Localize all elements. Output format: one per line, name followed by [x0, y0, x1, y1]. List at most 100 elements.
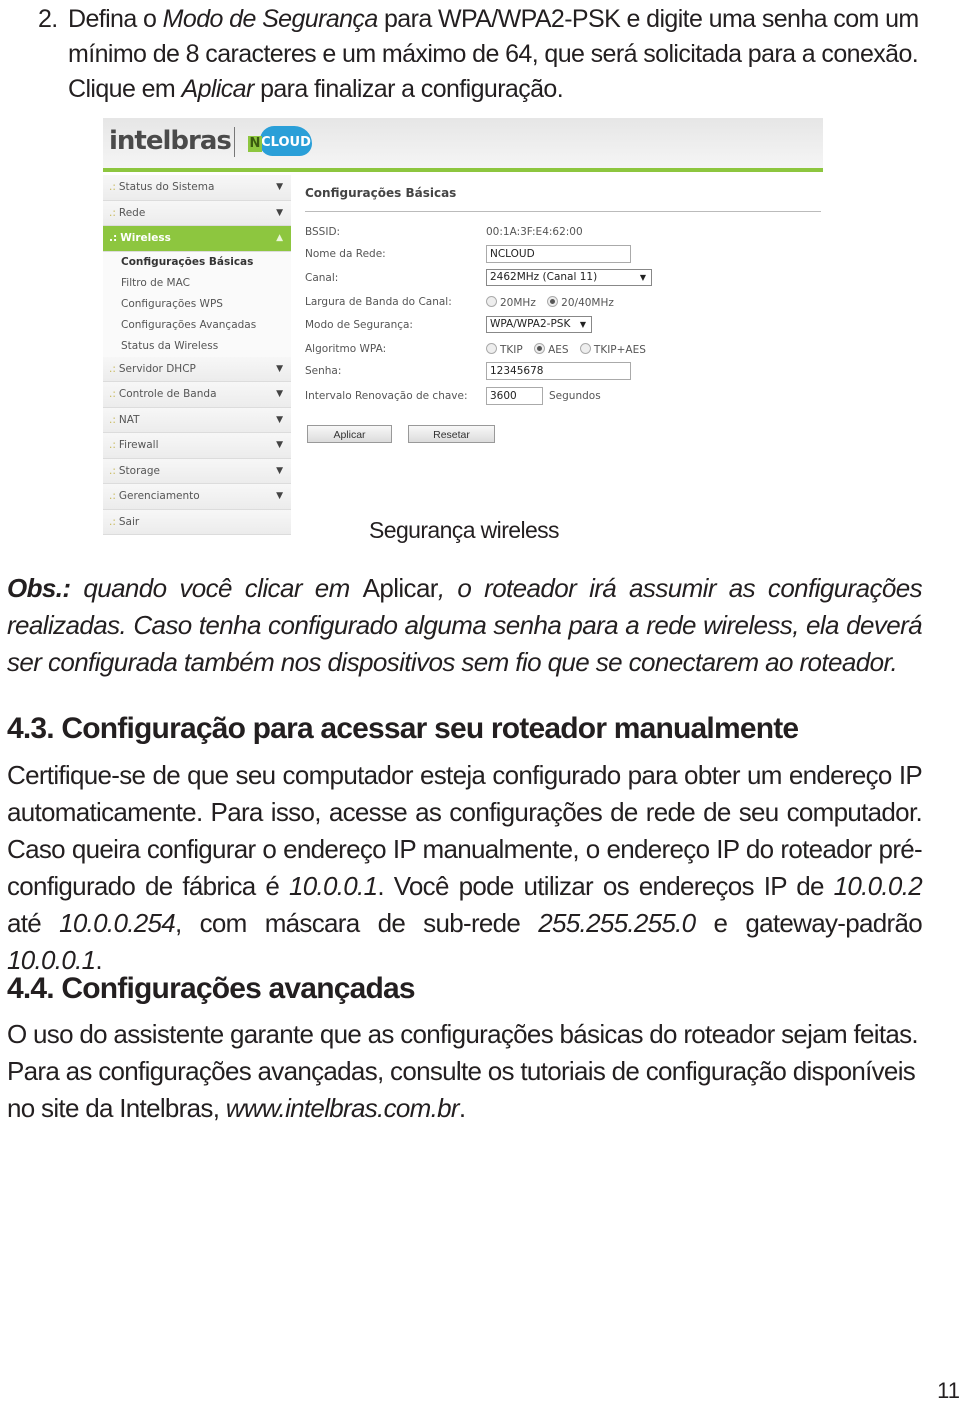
radio-20-40mhz[interactable]: [547, 296, 559, 307]
sidebar-item-status[interactable]: .: Status do Sistema ▼: [103, 175, 291, 201]
step-emphasis-security-mode: Modo de Segurança: [162, 5, 379, 33]
obs-apply-term: Aplicar: [362, 573, 439, 603]
chevron-down-icon: ▼: [276, 363, 283, 374]
chevron-down-icon: ▼: [276, 389, 283, 399]
radio-label: TKIP+AES: [593, 344, 646, 356]
sidebar-item-label: Storage: [118, 464, 160, 477]
radio-20mhz[interactable]: [486, 296, 497, 307]
step-2-text: Defina o Modo de Segurança para WPA/WPA2…: [68, 2, 928, 107]
observation-note: Obs.: quando você clicar em Aplicar, o r…: [7, 570, 923, 681]
dropdown-caret-icon: ▼: [639, 273, 646, 282]
sidebar-item-label: Servidor DHCP: [118, 362, 196, 375]
radio-label: AES: [548, 344, 569, 356]
sidebar-item-wireless[interactable]: .: Wireless ▲: [103, 226, 291, 252]
step-text: para finalizar a configuração.: [253, 75, 564, 103]
chevron-down-icon: ▼: [276, 440, 283, 450]
radio-label: 20/40MHz: [561, 297, 614, 309]
menu-prefix: .:: [109, 490, 116, 502]
password-input[interactable]: [486, 362, 631, 380]
subnet-mask: 255.255.255.0: [538, 908, 696, 938]
ncloud-logo: CLOUD N: [248, 124, 312, 158]
section-4-3-paragraph: Certifique-se de que seu computador este…: [7, 757, 923, 979]
form-divider: [305, 211, 821, 212]
row-password: Senha:: [305, 362, 821, 384]
paragraph-text: e gateway-padrão: [695, 908, 923, 938]
sidebar-subitem-basic-settings[interactable]: Configurações Básicas: [103, 251, 291, 273]
network-name-label: Nome da Rede:: [305, 248, 386, 260]
password-label: Senha:: [305, 365, 342, 377]
radio-aes[interactable]: [534, 343, 546, 354]
sidebar-item-bandwidth-control[interactable]: .: Controle de Banda ▼: [103, 382, 291, 408]
step-text: Defina o: [68, 5, 163, 33]
sidebar-item-firewall[interactable]: .: Firewall ▼: [103, 433, 291, 459]
bandwidth-label: Largura de Banda do Canal:: [305, 296, 452, 308]
sidebar-item-dhcp[interactable]: .: Servidor DHCP ▼: [103, 356, 291, 382]
menu-prefix: .:: [109, 413, 116, 426]
row-security-mode: Modo de Segurança: WPA/WPA2-PSK ▼: [305, 316, 821, 338]
menu-prefix: .:: [109, 388, 116, 400]
sidebar-item-rede[interactable]: .: Rede ▼: [103, 200, 291, 226]
security-mode-label: Modo de Segurança:: [305, 319, 413, 331]
security-mode-select[interactable]: WPA/WPA2-PSK ▼: [486, 316, 592, 333]
cloud-icon: CLOUD: [260, 126, 312, 156]
sidebar-item-label: Status do Sistema: [118, 181, 215, 193]
sidebar-subitem-mac-filter[interactable]: Filtro de MAC: [103, 272, 291, 294]
network-name-input[interactable]: [486, 245, 631, 263]
sidebar-item-nat[interactable]: .: NAT ▼: [103, 407, 291, 433]
chevron-down-icon: ▼: [276, 207, 283, 218]
paragraph-text: , com máscara de sub-rede: [175, 908, 539, 938]
bssid-label: BSSID:: [305, 226, 341, 238]
router-ui-screenshot: intelbras CLOUD N .: Status do Sistema ▼ .…: [103, 118, 823, 535]
radio-label: 20MHz: [500, 297, 536, 309]
menu-prefix: .:: [109, 206, 116, 219]
apply-button[interactable]: Aplicar: [307, 425, 392, 443]
rekey-interval-input[interactable]: [486, 387, 543, 405]
ip-range-end: 10.0.0.254: [59, 908, 176, 938]
sidebar-subitem-wireless-status[interactable]: Status da Wireless: [103, 335, 291, 357]
row-rekey-interval: Intervalo Renovação de chave: Segundos: [305, 387, 821, 409]
channel-selected-value: 2462MHz (Canal 11): [490, 271, 598, 283]
security-selected-value: WPA/WPA2-PSK: [490, 318, 571, 330]
intelbras-logo: intelbras: [109, 126, 232, 156]
chevron-down-icon: ▼: [276, 182, 283, 192]
figure-caption: Segurança wireless: [369, 517, 560, 543]
rekey-interval-label: Intervalo Renovação de chave:: [305, 390, 468, 402]
sidebar-item-label: Gerenciamento: [118, 490, 200, 502]
reset-button[interactable]: Resetar: [408, 425, 495, 443]
paragraph-text: .: [458, 1093, 466, 1123]
chevron-down-icon: ▼: [276, 491, 283, 501]
row-bssid: BSSID: 00:1A:3F:E4:62:00: [305, 223, 821, 245]
obs-label: Obs.:: [7, 573, 71, 603]
sidebar-item-storage[interactable]: .: Storage ▼: [103, 458, 291, 484]
intelbras-website-link[interactable]: www.intelbras.com.br: [226, 1093, 460, 1123]
form-title: Configurações Básicas: [305, 186, 457, 200]
radio-tkip-aes[interactable]: [579, 343, 591, 354]
menu-prefix: .:: [109, 232, 118, 244]
menu-prefix: .:: [109, 464, 116, 477]
sidebar-item-label: Controle de Banda: [118, 388, 217, 400]
chevron-down-icon: ▼: [276, 465, 283, 476]
row-wpa-algorithm: Algoritmo WPA: TKIP AES TKIP+AES: [305, 340, 821, 362]
sidebar-subitem-advanced[interactable]: Configurações Avançadas: [103, 314, 291, 336]
logo-separator: [234, 127, 235, 157]
sidebar-subitem-wps[interactable]: Configurações WPS: [103, 293, 291, 315]
wpa-algorithm-label: Algoritmo WPA:: [305, 343, 387, 355]
menu-prefix: .:: [109, 181, 116, 193]
default-gateway: 10.0.0.1: [7, 945, 96, 975]
paragraph-text: .: [95, 945, 102, 975]
sidebar-item-label: Rede: [118, 206, 146, 219]
ncloud-n-badge: N: [248, 136, 262, 152]
bssid-value: 00:1A:3F:E4:62:00: [486, 226, 583, 238]
step-number: 2.: [38, 5, 58, 33]
wpa-radio-group: TKIP AES TKIP+AES: [486, 343, 654, 356]
sidebar-item-management[interactable]: .: Gerenciamento ▼: [103, 484, 291, 510]
sidebar-item-label: NAT: [118, 413, 140, 426]
radio-tkip[interactable]: [486, 343, 497, 354]
page-number: 11: [937, 1378, 960, 1403]
channel-select[interactable]: 2462MHz (Canal 11) ▼: [486, 269, 652, 286]
router-ip: 10.0.0.1: [288, 871, 378, 901]
channel-label: Canal:: [305, 272, 339, 284]
header-accent-bar: [103, 168, 823, 172]
step-emphasis-apply: Aplicar: [181, 75, 255, 103]
bandwidth-radio-group: 20MHz 20/40MHz: [486, 296, 622, 309]
